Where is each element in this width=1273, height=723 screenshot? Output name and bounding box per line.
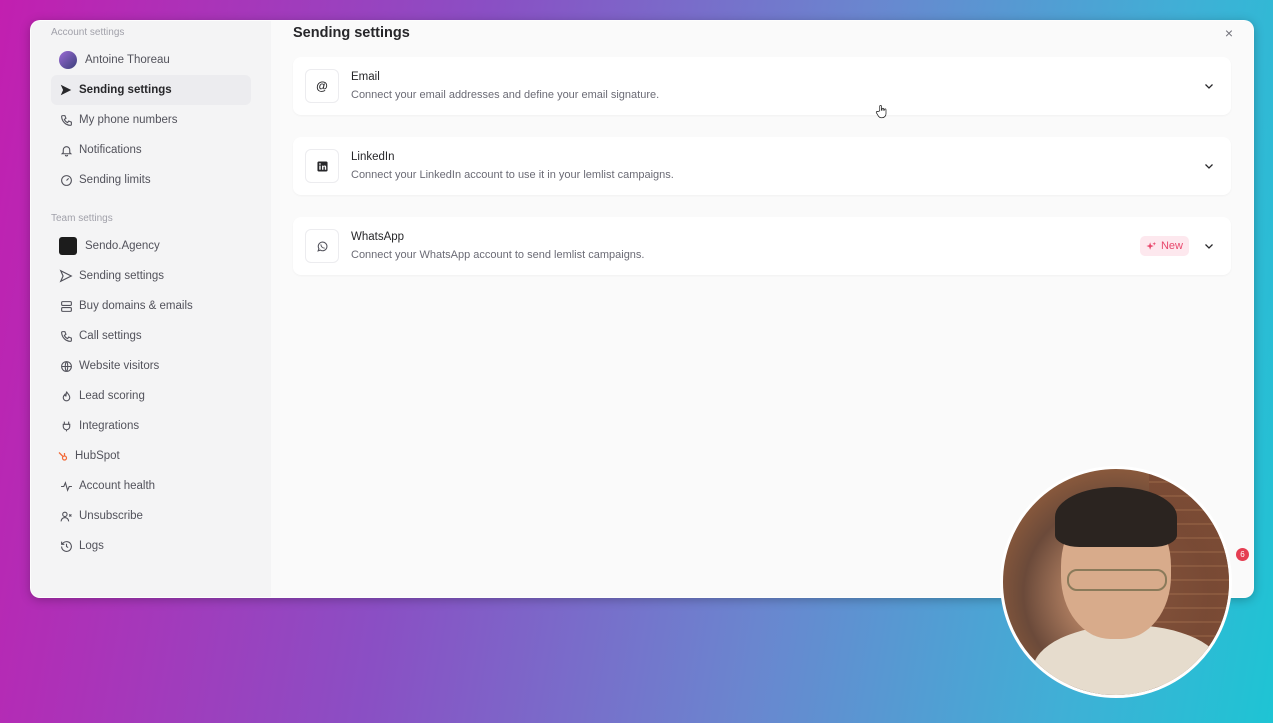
sidebar-item-sending-settings[interactable]: Sending settings — [51, 75, 251, 105]
card-title: LinkedIn — [351, 151, 395, 163]
chevron-down-icon[interactable] — [1201, 158, 1217, 174]
flame-icon — [59, 389, 73, 403]
server-icon — [59, 299, 73, 313]
sidebar-item-label: Buy domains & emails — [79, 300, 193, 312]
new-badge: New — [1139, 236, 1189, 256]
sidebar-item-label: Unsubscribe — [79, 510, 143, 522]
sidebar-item-website-visitors[interactable]: Website visitors — [51, 351, 261, 381]
agency-logo-icon — [59, 237, 77, 255]
sidebar-item-label: Website visitors — [79, 360, 160, 372]
user-x-icon — [59, 509, 73, 523]
sidebar-item-hubspot[interactable]: HubSpot — [51, 441, 261, 471]
sidebar-item-integrations[interactable]: Integrations — [51, 411, 261, 441]
sidebar-item-label: Lead scoring — [79, 390, 145, 402]
webcam-hair — [1055, 487, 1177, 547]
activity-icon — [59, 479, 73, 493]
linkedin-card[interactable]: LinkedIn Connect your LinkedIn account t… — [293, 137, 1231, 195]
sidebar-item-label: Sending settings — [79, 84, 172, 96]
sidebar-item-label: Logs — [79, 540, 104, 552]
card-title: WhatsApp — [351, 231, 405, 243]
sidebar-item-phone-numbers[interactable]: My phone numbers — [51, 105, 261, 135]
linkedin-icon — [305, 149, 339, 183]
whatsapp-icon — [305, 229, 339, 263]
close-icon[interactable]: × — [1225, 25, 1233, 41]
sidebar-item-sending-limits[interactable]: Sending limits — [51, 165, 261, 195]
plug-icon — [59, 419, 73, 433]
webcam-glasses — [1067, 569, 1167, 591]
sidebar-item-call-settings[interactable]: Call settings — [51, 321, 261, 351]
avatar — [59, 51, 77, 69]
sidebar-item-label: Sending settings — [79, 270, 165, 282]
chevron-down-icon[interactable] — [1201, 238, 1217, 254]
gauge-icon — [59, 173, 73, 187]
send-icon — [59, 83, 73, 97]
sidebar-item-lead-scoring[interactable]: Lead scoring — [51, 381, 261, 411]
sidebar-item-agency[interactable]: Sendo.Agency — [51, 231, 261, 261]
sidebar-item-account-health[interactable]: Account health — [51, 471, 261, 501]
sidebar-item-label: Integrations — [79, 420, 140, 432]
card-description: Connect your email addresses and define … — [351, 89, 660, 101]
globe-icon — [59, 359, 73, 373]
sidebar-item-label: HubSpot — [75, 450, 120, 462]
account-settings-heading: Account settings — [51, 27, 125, 38]
sidebar-item-unsubscribe[interactable]: Unsubscribe — [51, 501, 261, 531]
sidebar-item-profile[interactable]: Antoine Thoreau — [51, 45, 261, 75]
sidebar-item-notifications[interactable]: Notifications — [51, 135, 261, 165]
webcam-overlay — [1000, 466, 1232, 698]
chevron-down-icon[interactable] — [1201, 78, 1217, 94]
sidebar-item-label: Notifications — [79, 144, 142, 156]
card-title: Email — [351, 71, 380, 83]
send-icon — [59, 269, 73, 283]
sidebar: Account settings Antoine Thoreau Sending… — [31, 21, 271, 597]
hubspot-icon — [57, 449, 69, 463]
team-settings-heading: Team settings — [51, 213, 113, 224]
card-description: Connect your WhatsApp account to send le… — [351, 249, 645, 261]
phone-icon — [59, 329, 73, 343]
at-icon: @ — [305, 69, 339, 103]
email-card[interactable]: @ Email Connect your email addresses and… — [293, 57, 1231, 115]
sidebar-item-logs[interactable]: Logs — [51, 531, 261, 561]
notification-count-badge[interactable]: 6 — [1236, 548, 1249, 561]
history-icon — [59, 539, 73, 553]
sidebar-item-label: Sendo.Agency — [85, 240, 160, 252]
whatsapp-card[interactable]: WhatsApp Connect your WhatsApp account t… — [293, 217, 1231, 275]
new-badge-label: New — [1160, 240, 1183, 252]
phone-icon — [59, 113, 73, 127]
hand-cursor-icon — [875, 105, 887, 119]
card-description: Connect your LinkedIn account to use it … — [351, 169, 674, 181]
sidebar-item-label: Sending limits — [79, 174, 151, 186]
sidebar-item-label: My phone numbers — [79, 114, 178, 126]
sparkle-icon — [1146, 241, 1157, 250]
sidebar-item-label: Call settings — [79, 330, 142, 342]
sidebar-item-label: Account health — [79, 480, 156, 492]
bell-icon — [59, 143, 73, 157]
page-title: Sending settings — [293, 25, 410, 41]
sidebar-item-buy-domains[interactable]: Buy domains & emails — [51, 291, 261, 321]
sidebar-item-team-sending-settings[interactable]: Sending settings — [51, 261, 261, 291]
sidebar-item-label: Antoine Thoreau — [85, 54, 170, 66]
